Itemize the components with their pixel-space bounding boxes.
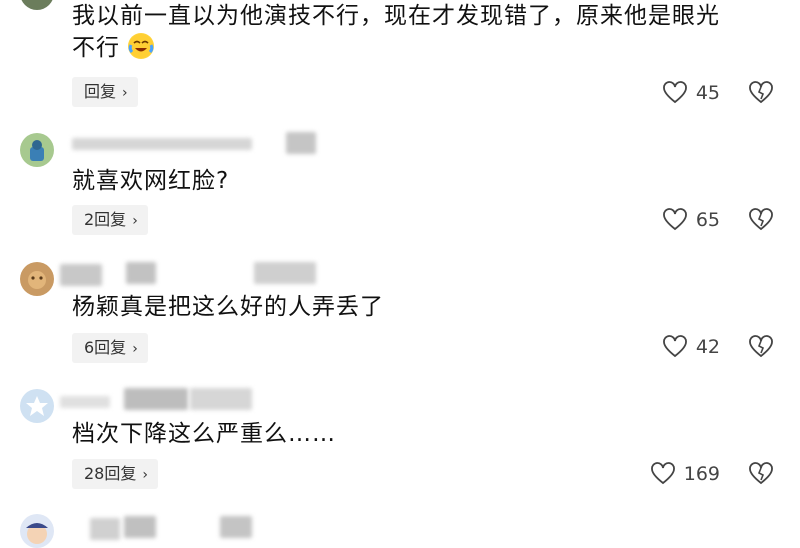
comment-text-line1: 我以前一直以为他演技不行，现在才发现错了，原来他是眼光: [72, 3, 720, 29]
laughing-crying-emoji-icon: [128, 33, 155, 59]
broken-heart-icon[interactable]: [748, 207, 774, 233]
avatar[interactable]: [20, 514, 54, 548]
username-redacted: [190, 388, 252, 410]
comment-text: 档次下降这么严重么……: [72, 421, 336, 447]
username-redacted: [126, 262, 156, 284]
like-button[interactable]: 42: [662, 335, 720, 359]
like-count: 169: [683, 463, 720, 485]
like-count: 45: [695, 82, 720, 104]
username-redacted: [90, 518, 120, 540]
username-redacted: [60, 264, 102, 286]
comment-text: 我以前一直以为他演技不行，现在才发现错了，原来他是眼光 不行: [72, 0, 720, 64]
reply-button[interactable]: 28回复 ›: [72, 459, 158, 489]
chevron-right-icon: ›: [142, 467, 148, 483]
username-redacted: [254, 262, 316, 284]
reply-button[interactable]: 回复 ›: [72, 77, 138, 107]
like-count: 65: [695, 209, 720, 231]
username-redacted: [220, 516, 252, 538]
broken-heart-icon[interactable]: [748, 461, 774, 487]
avatar[interactable]: [20, 0, 54, 10]
chevron-right-icon: ›: [122, 85, 128, 101]
chevron-right-icon: ›: [132, 341, 138, 357]
like-button[interactable]: 45: [662, 81, 720, 105]
username-redacted: [72, 138, 252, 150]
like-count: 42: [695, 336, 720, 358]
username-redacted: [60, 396, 110, 408]
avatar[interactable]: [20, 133, 54, 167]
username-redacted: [124, 388, 188, 410]
username-redacted: [286, 132, 316, 154]
comment-text: 杨颖真是把这么好的人弄丢了: [72, 294, 384, 320]
broken-heart-icon[interactable]: [748, 80, 774, 106]
broken-heart-icon[interactable]: [748, 334, 774, 360]
avatar[interactable]: [20, 262, 54, 296]
username-redacted: [124, 516, 156, 538]
heart-outline-icon: [662, 81, 687, 104]
comment-text-line2: 不行: [72, 32, 720, 64]
reply-button[interactable]: 6回复 ›: [72, 333, 148, 363]
chevron-right-icon: ›: [132, 213, 138, 229]
comment-text: 就喜欢网红脸?: [72, 168, 230, 194]
heart-outline-icon: [650, 462, 675, 485]
heart-outline-icon: [662, 208, 687, 231]
like-button[interactable]: 65: [662, 208, 720, 232]
heart-outline-icon: [662, 335, 687, 358]
avatar[interactable]: [20, 389, 54, 423]
like-button[interactable]: 169: [650, 462, 720, 486]
reply-button[interactable]: 2回复 ›: [72, 205, 148, 235]
